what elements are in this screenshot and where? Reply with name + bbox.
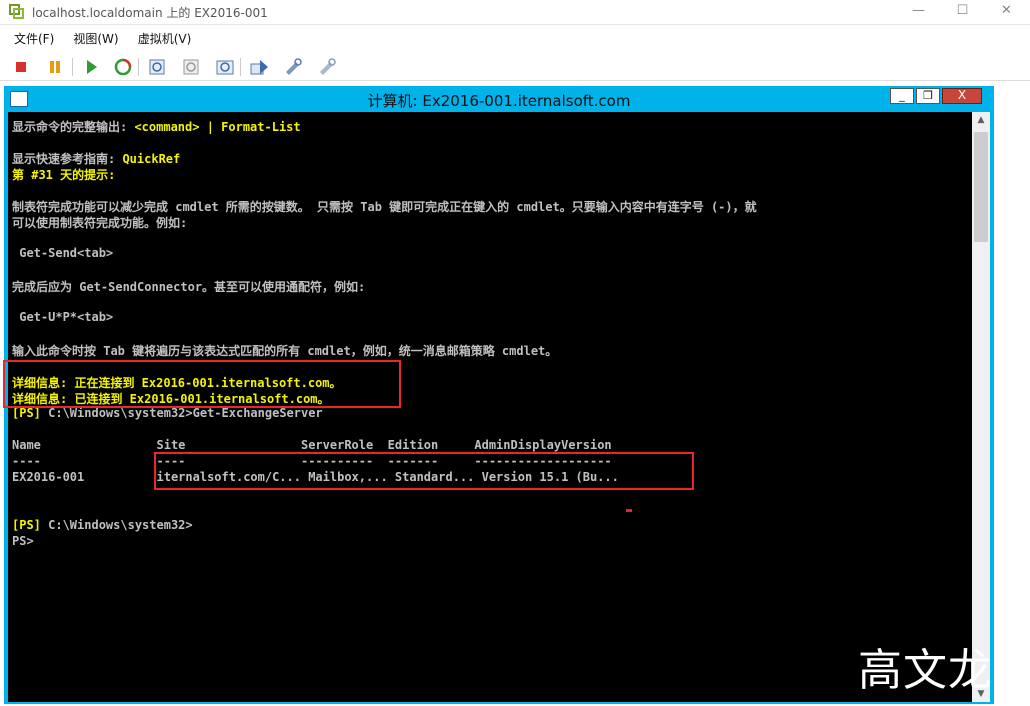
console-line: [PS] C:\Windows\system32> xyxy=(12,518,193,532)
maximize-button[interactable]: ☐ xyxy=(940,0,985,24)
console-line: 显示快速参考指南: QuickRef xyxy=(12,152,181,166)
powershell-titlebar: 计算机: Ex2016-001.iternalsoft.com _ ❐ X xyxy=(4,86,994,112)
stop-icon[interactable] xyxy=(10,56,32,78)
console-prompt: PS> xyxy=(12,534,34,548)
console-line: 输入此命令时按 Tab 键将遍历与该表达式匹配的所有 cmdlet，例如，统一消… xyxy=(12,344,558,358)
scrollbar-thumb[interactable] xyxy=(974,132,988,242)
snapshot-icon[interactable] xyxy=(146,56,168,78)
console-minimize-button[interactable]: _ xyxy=(890,88,914,104)
window-titlebar: localhost.localdomain 上的 EX2016-001 — ☐ … xyxy=(0,0,1030,25)
pause-icon[interactable] xyxy=(44,56,66,78)
scroll-up-arrow-icon[interactable]: ▲ xyxy=(972,112,990,128)
manage-snapshots-icon[interactable] xyxy=(214,56,236,78)
toolbar-separator xyxy=(72,58,73,76)
table-header: Name Site ServerRole Edition AdminDispla… xyxy=(12,438,612,452)
console-line: Get-Send<tab> xyxy=(12,246,114,260)
console-line: [PS] C:\Windows\system32>Get-ExchangeSer… xyxy=(12,406,323,420)
console-restore-button[interactable]: ❐ xyxy=(916,88,940,104)
toolbar-separator xyxy=(240,58,241,76)
author-watermark: 高文龙 xyxy=(858,645,993,696)
vm-console-margin xyxy=(994,84,1030,706)
toolbar-separator xyxy=(138,58,139,76)
console-close-button[interactable]: X xyxy=(942,88,982,104)
menu-view[interactable]: 视图(W) xyxy=(73,29,118,49)
close-button[interactable]: ✕ xyxy=(984,0,1029,24)
menu-vm[interactable]: 虚拟机(V) xyxy=(138,29,192,49)
red-dot-mark xyxy=(626,509,632,512)
tools-icon[interactable] xyxy=(316,56,338,78)
console-line: 第 #31 天的提示: xyxy=(12,168,116,182)
settings-icon[interactable] xyxy=(282,56,304,78)
powershell-window-title: 计算机: Ex2016-001.iternalsoft.com xyxy=(367,92,631,110)
play-icon[interactable] xyxy=(80,56,102,78)
menubar: 文件(F) 视图(W) 虚拟机(V) xyxy=(0,28,1030,48)
menu-file[interactable]: 文件(F) xyxy=(14,29,54,49)
highlight-server-row-box xyxy=(154,452,694,490)
console-line: 可以使用制表符完成功能。例如: xyxy=(12,216,188,230)
revert-icon[interactable] xyxy=(180,56,202,78)
console-scrollbar[interactable]: ▲ ▼ xyxy=(972,112,990,702)
toolbar xyxy=(0,52,1030,81)
console-line: 完成后应为 Get-SendConnector。甚至可以使用通配符，例如: xyxy=(12,280,366,294)
console-line: Get-U*P*<tab> xyxy=(12,310,114,324)
vmware-logo-icon xyxy=(9,4,24,19)
send-keys-icon[interactable] xyxy=(248,56,270,78)
console-line: 制表符完成功能可以减少完成 cmdlet 所需的按键数。 只需按 Tab 键即可… xyxy=(12,200,757,214)
reset-icon[interactable] xyxy=(112,56,134,78)
console-line: 显示命令的完整输出: <command> | Format-List xyxy=(12,120,301,134)
minimize-button[interactable]: — xyxy=(896,0,941,24)
window-title: localhost.localdomain 上的 EX2016-001 xyxy=(32,6,268,20)
highlight-connection-box xyxy=(3,360,401,408)
